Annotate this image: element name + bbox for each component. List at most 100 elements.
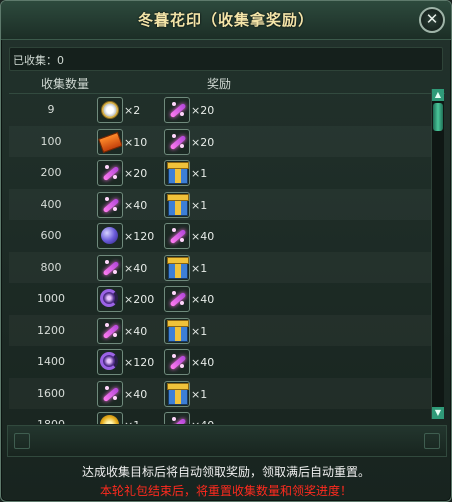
- decor-ornament-left: [14, 433, 30, 449]
- table-row: 1000 ×200 ×40: [9, 283, 433, 314]
- table-row: 1400 ×120 ×40: [9, 346, 433, 377]
- scrollbar[interactable]: ▲ ▼: [431, 89, 444, 419]
- table-row: 600 ×120 ×40: [9, 220, 433, 251]
- reward-quantity: ×40: [191, 230, 215, 243]
- collect-count: 800: [40, 260, 62, 274]
- scroll-up-icon[interactable]: ▲: [432, 89, 444, 101]
- gift-box-icon-glyph: [167, 256, 189, 279]
- gift-box-icon-glyph: [167, 382, 189, 405]
- purple-swirl-icon-glyph: [100, 289, 118, 307]
- reward-quantity: ×120: [124, 230, 155, 243]
- collect-count: 600: [40, 229, 62, 242]
- feather-icon-glyph: [165, 98, 189, 122]
- gift-box-icon[interactable]: [164, 317, 190, 344]
- feather-icon[interactable]: [97, 317, 123, 344]
- window-title: 冬暮花印（收集拿奖励）: [137, 11, 314, 29]
- reward-quantity: ×10: [124, 135, 148, 149]
- purple-swirl-icon-glyph: [100, 352, 118, 370]
- collect-count: 1200: [37, 323, 65, 337]
- collect-count: 200: [40, 166, 62, 179]
- table-row: 200 ×20 ×1: [9, 157, 433, 188]
- table-row: 9 ×2 ×20: [9, 94, 433, 125]
- gift-box-icon[interactable]: [164, 254, 190, 281]
- feather-icon[interactable]: [164, 223, 190, 249]
- reward-quantity: ×40: [124, 324, 148, 338]
- reward-quantity: ×1: [124, 419, 140, 424]
- close-icon[interactable]: ✕: [419, 7, 445, 33]
- gift-box-icon[interactable]: [164, 191, 190, 218]
- gold-coin-icon[interactable]: [97, 412, 123, 424]
- feather-icon[interactable]: [164, 286, 190, 312]
- feather-icon[interactable]: [97, 191, 123, 218]
- collect-count: 1600: [37, 386, 65, 400]
- gift-box-icon-glyph: [167, 193, 189, 216]
- collect-count: 9: [47, 103, 55, 116]
- reward-quantity: ×1: [191, 198, 208, 212]
- reward-quantity: ×1: [191, 261, 208, 275]
- purple-swirl-icon[interactable]: [97, 349, 123, 375]
- table-row: 1600 ×40 ×1: [9, 378, 433, 409]
- reward-quantity: ×20: [191, 135, 215, 149]
- reward-quantity: ×20: [191, 104, 215, 117]
- decor-ornament-right: [424, 433, 440, 449]
- reward-quantity: ×120: [124, 356, 155, 369]
- table-row: 800 ×40 ×1: [9, 252, 433, 283]
- feather-icon[interactable]: [97, 254, 123, 281]
- collect-count: 400: [40, 197, 62, 211]
- scrollbar-thumb[interactable]: [433, 103, 443, 131]
- collect-count: 1400: [37, 355, 65, 368]
- ticket-icon-glyph: [98, 131, 122, 153]
- table-row: 100 ×10 ×20: [9, 126, 433, 157]
- collected-count-label: 已收集：0: [13, 54, 64, 67]
- feather-icon[interactable]: [97, 380, 123, 407]
- reward-table: 9 ×2 ×20 100 ×10 ×20 200 ×20 ×1 400 ×40 ×1 600 ×120 ×4…: [9, 93, 445, 424]
- gift-box-icon[interactable]: [164, 160, 190, 186]
- feather-icon[interactable]: [164, 128, 190, 155]
- collect-count: 1000: [37, 292, 65, 305]
- column-header-count: 收集数量: [41, 77, 90, 91]
- info-text: 达成收集目标后将自动领取奖励，领取满后自动重置。: [81, 465, 370, 479]
- pocket-watch-icon-glyph: [101, 101, 119, 119]
- bottom-decor-bar: [7, 425, 447, 457]
- feather-icon[interactable]: [164, 97, 190, 123]
- feather-icon-glyph: [98, 319, 122, 343]
- table-row: 1200 ×40 ×1: [9, 315, 433, 346]
- feather-icon-glyph: [165, 413, 189, 424]
- ticket-icon[interactable]: [97, 128, 123, 155]
- feather-icon[interactable]: [97, 160, 123, 186]
- gift-box-icon-glyph: [167, 319, 189, 342]
- feather-icon-glyph: [98, 256, 122, 280]
- gift-box-icon[interactable]: [164, 380, 190, 407]
- reward-quantity: ×1: [191, 324, 208, 338]
- gift-box-icon-glyph: [167, 162, 189, 184]
- reward-quantity: ×40: [191, 356, 215, 369]
- column-header-reward: 奖励: [207, 77, 232, 91]
- pocket-watch-icon[interactable]: [97, 97, 123, 123]
- reward-quantity: ×40: [124, 261, 148, 275]
- scroll-down-icon[interactable]: ▼: [432, 407, 444, 419]
- crystal-orb-icon-glyph: [101, 227, 118, 244]
- reward-collection-window: 冬暮花印（收集拿奖励） ✕ 已收集：0 收集数量 奖励 9 ×2 ×20 100 ×10…: [0, 0, 452, 502]
- collect-count: 1800: [31, 418, 71, 424]
- title-bar[interactable]: 冬暮花印（收集拿奖励） ✕: [1, 1, 451, 40]
- reward-quantity: ×20: [124, 167, 148, 180]
- feather-icon-glyph: [165, 224, 189, 248]
- reward-quantity: ×1: [191, 167, 208, 180]
- feather-icon[interactable]: [164, 349, 190, 375]
- reward-quantity: ×200: [124, 293, 155, 306]
- feather-icon-glyph: [165, 350, 189, 374]
- warning-text: 本轮礼包结束后，将重置收集数量和领奖进度！: [99, 484, 352, 498]
- table-row: 1800 ×1 ×40: [9, 409, 433, 424]
- feather-icon-glyph: [98, 382, 122, 406]
- crystal-orb-icon[interactable]: [97, 223, 123, 249]
- collect-count: 100: [40, 134, 62, 148]
- table-row: 400 ×40 ×1: [9, 189, 433, 220]
- feather-icon-glyph: [98, 161, 122, 185]
- feather-icon[interactable]: [164, 412, 190, 424]
- reward-quantity: ×40: [124, 198, 148, 212]
- purple-swirl-icon[interactable]: [97, 286, 123, 312]
- reward-quantity: ×40: [124, 387, 148, 401]
- reward-quantity: ×1: [191, 387, 208, 401]
- reward-quantity: ×2: [124, 104, 141, 117]
- collected-count-bar: 已收集：0: [9, 47, 443, 71]
